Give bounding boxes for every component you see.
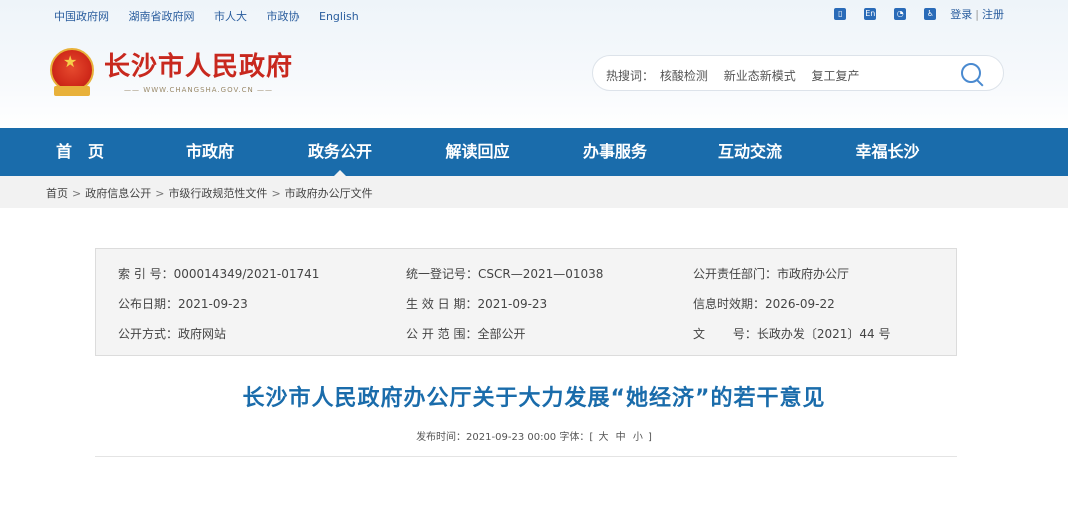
divider xyxy=(95,456,957,457)
breadcrumb-info-disclosure[interactable]: 政府信息公开 xyxy=(85,187,151,200)
search-box[interactable]: 热搜词： 核酸检测 新业态新模式 复工复产 xyxy=(592,55,1004,91)
nav-happy-changsha[interactable]: 幸福长沙 xyxy=(805,128,970,176)
nav-gov-affairs[interactable]: 政务公开 xyxy=(260,128,420,176)
info-scope: 公 开 范 围：全部公开 xyxy=(406,327,526,341)
publish-time: 发布时间：2021-09-23 00:00 字体：[ xyxy=(416,432,594,443)
register-link[interactable]: 注册 xyxy=(982,6,1004,22)
main-nav: 首 页 市政府 政务公开 解读回应 办事服务 互动交流 幸福长沙 xyxy=(0,128,1068,176)
breadcrumb-home[interactable]: 首页 xyxy=(46,187,68,200)
info-reg-no: 统一登记号：CSCR—2021—01038 xyxy=(406,267,604,281)
search-icon[interactable] xyxy=(961,63,981,83)
rss-icon[interactable]: ◔ xyxy=(894,8,907,20)
hot-words: 热搜词： 核酸检测 新业态新模式 复工复产 xyxy=(606,67,872,84)
english-icon[interactable]: En xyxy=(864,8,877,20)
site-domain: —— WWW.CHANGSHA.GOV.CN —— xyxy=(124,86,273,94)
link-npc[interactable]: 市人大 xyxy=(214,10,247,23)
info-pub-date: 公布日期：2021-09-23 xyxy=(118,297,248,311)
utility-bar: ▯ En ◔ ♿ 登录 | 注册 xyxy=(816,6,1004,22)
font-size-medium[interactable]: 中 xyxy=(616,432,626,443)
nav-municipal-gov[interactable]: 市政府 xyxy=(160,128,260,176)
link-hunan-gov[interactable]: 湖南省政府网 xyxy=(129,10,195,23)
link-gov-cn[interactable]: 中国政府网 xyxy=(54,10,109,23)
hot-word-link[interactable]: 复工复产 xyxy=(812,69,860,83)
link-english[interactable]: English xyxy=(319,10,359,23)
info-dept: 公开责任部门：市政府办公厅 xyxy=(693,267,850,281)
accessibility-icon[interactable]: ♿ xyxy=(924,8,937,20)
font-size-large[interactable]: 大 xyxy=(598,432,608,443)
info-method: 公开方式：政府网站 xyxy=(118,327,227,341)
article-meta: 发布时间：2021-09-23 00:00 字体：[ 大 中 小 ] xyxy=(0,428,1068,443)
login-separator: | xyxy=(975,7,979,21)
site-logo[interactable]: ★ 长沙市人民政府 —— WWW.CHANGSHA.GOV.CN —— xyxy=(48,46,293,100)
breadcrumb-office-docs[interactable]: 市政府办公厅文件 xyxy=(285,187,373,200)
breadcrumb: 首页 > 政府信息公开 > 市级行政规范性文件 > 市政府办公厅文件 xyxy=(0,176,1068,208)
nav-home[interactable]: 首 页 xyxy=(0,128,160,176)
site-header: 中国政府网 湖南省政府网 市人大 市政协 English ▯ En ◔ ♿ 登录… xyxy=(0,0,1068,128)
link-cppcc[interactable]: 市政协 xyxy=(267,10,300,23)
font-size-close: ] xyxy=(648,432,652,443)
hot-word-link[interactable]: 核酸检测 xyxy=(660,69,708,83)
site-title: 长沙市人民政府 xyxy=(104,52,294,82)
info-doc-no: 文 号：长政办发〔2021〕44 号 xyxy=(693,327,891,341)
info-expire-date: 信息时效期：2026-09-22 xyxy=(693,297,835,311)
document-info-table: 索 引 号：000014349/2021-01741 统一登记号：CSCR—20… xyxy=(95,248,957,356)
breadcrumb-normative-docs[interactable]: 市级行政规范性文件 xyxy=(168,187,267,200)
article-title: 长沙市人民政府办公厅关于大力发展“她经济”的若干意见 xyxy=(242,386,826,411)
national-emblem-icon: ★ xyxy=(48,46,96,100)
nav-interaction[interactable]: 互动交流 xyxy=(695,128,805,176)
font-size-small[interactable]: 小 xyxy=(633,432,643,443)
login-link[interactable]: 登录 xyxy=(950,6,972,22)
hot-words-label: 热搜词： xyxy=(606,69,655,83)
mobile-icon[interactable]: ▯ xyxy=(834,8,847,20)
nav-services[interactable]: 办事服务 xyxy=(535,128,695,176)
nav-interpretation[interactable]: 解读回应 xyxy=(420,128,535,176)
info-effective-date: 生 效 日 期：2021-09-23 xyxy=(406,297,548,311)
info-index-no: 索 引 号：000014349/2021-01741 xyxy=(118,267,320,281)
top-links: 中国政府网 湖南省政府网 市人大 市政协 English xyxy=(54,8,375,24)
hot-word-link[interactable]: 新业态新模式 xyxy=(724,69,796,83)
